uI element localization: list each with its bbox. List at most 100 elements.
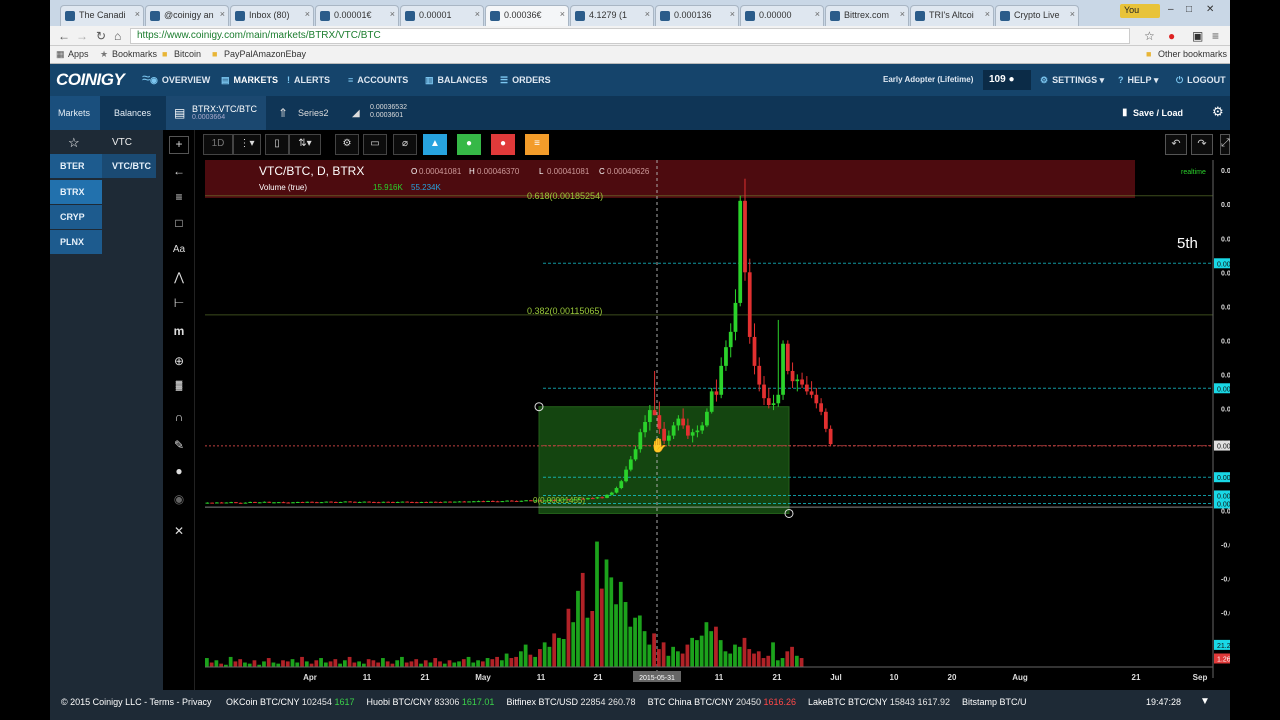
close-icon[interactable]: × <box>560 9 565 19</box>
crosshair-icon[interactable]: + <box>169 136 189 154</box>
close-icon[interactable]: × <box>645 9 650 19</box>
coinigy-logo[interactable]: COINIGY <box>56 70 125 90</box>
browser-tab[interactable]: 0.00000 × <box>740 5 824 26</box>
undo-icon[interactable]: ↶ <box>1165 134 1187 155</box>
trash-icon[interactable]: ✕ <box>169 524 189 542</box>
exchange-plnx[interactable]: PLNX <box>50 230 102 254</box>
privacy-link[interactable]: Privacy <box>182 697 212 707</box>
redo-icon[interactable]: ↷ <box>1191 134 1213 155</box>
close-icon[interactable]: × <box>390 9 395 19</box>
fib-icon[interactable]: ⊢ <box>169 296 189 314</box>
horizontal-line-icon[interactable]: ≡ <box>169 190 189 208</box>
bookmark-apps[interactable]: Apps <box>68 49 89 59</box>
pencil-icon[interactable]: ✎ <box>169 438 189 456</box>
close-window-icon[interactable]: ✕ <box>1206 4 1214 15</box>
minimize-icon[interactable]: – <box>1168 4 1174 15</box>
ticker-item[interactable]: BTC China BTC/CNY 20450 1616.26 <box>648 697 796 707</box>
browser-tab[interactable]: 0.00001€ × <box>315 5 399 26</box>
close-icon[interactable]: × <box>900 9 905 19</box>
browser-tab[interactable]: TRI's Altcoi × <box>910 5 994 26</box>
lock-icon[interactable]: ● <box>169 464 189 482</box>
indicators-icon[interactable]: ⇅▾ <box>289 134 321 155</box>
market-tab-btrx-vtc[interactable]: ▤ BTRX:VTC/BTC 0.0003664 <box>166 96 266 130</box>
close-icon[interactable]: × <box>985 9 990 19</box>
close-icon[interactable]: × <box>135 9 140 19</box>
orders-icon[interactable]: ≡ <box>525 134 549 155</box>
series2-tab[interactable]: Series2 <box>298 108 329 118</box>
bars-icon[interactable]: ▓ <box>169 380 189 398</box>
exchange-btrx[interactable]: BTRX <box>50 180 102 204</box>
reload-icon[interactable]: ↻ <box>96 29 106 43</box>
sell-icon[interactable]: ● <box>491 134 515 155</box>
browser-tab[interactable]: 4.1279 (1 × <box>570 5 654 26</box>
extension-icon[interactable]: ● <box>1168 29 1175 43</box>
buy-icon[interactable]: ● <box>457 134 481 155</box>
browser-tab[interactable]: Crypto Live × <box>995 5 1079 26</box>
close-icon[interactable]: × <box>475 9 480 19</box>
pattern-icon[interactable]: ⋀ <box>169 270 189 288</box>
rectangle-icon[interactable]: □ <box>169 216 189 234</box>
tab-markets[interactable]: Markets <box>50 96 100 130</box>
browser-tab[interactable]: Inbox (80) × <box>230 5 314 26</box>
settings-menu[interactable]: ⚙ SETTINGS ▾ <box>1040 75 1104 86</box>
nav-markets[interactable]: ▤ MARKETS <box>221 75 278 86</box>
bookmark-bookmarks[interactable]: Bookmarks <box>112 49 157 59</box>
zoom-icon[interactable]: ⊕ <box>169 354 189 372</box>
bar-chart-icon[interactable]: ▭ <box>363 134 387 155</box>
save-load-button[interactable]: Save / Load <box>1133 108 1183 118</box>
profile-button[interactable]: You <box>1120 4 1160 18</box>
browser-tab[interactable]: The Canadi × <box>60 5 144 26</box>
interval-select[interactable]: 1D <box>203 134 233 155</box>
fullscreen-icon[interactable]: ⤢ <box>1220 134 1230 155</box>
close-icon[interactable]: × <box>730 9 735 19</box>
other-bookmarks[interactable]: Other bookmarks <box>1158 49 1227 59</box>
menu-icon[interactable]: ≡ <box>1212 29 1219 43</box>
announce-icon[interactable]: ▲ <box>423 134 447 155</box>
chart-settings-gear-icon[interactable]: ⚙ <box>1212 104 1224 120</box>
close-icon[interactable]: × <box>815 9 820 19</box>
maximize-icon[interactable]: □ <box>1186 4 1192 15</box>
settings-icon[interactable]: ⚙ <box>335 134 359 155</box>
browser-tab[interactable]: 0.00001 × <box>400 5 484 26</box>
chevron-down-icon[interactable]: ▼ <box>1200 696 1210 707</box>
currency-vtc[interactable]: VTC <box>112 137 132 148</box>
text-tool-icon[interactable]: Aa <box>169 244 189 262</box>
trendline-icon[interactable]: ← <box>169 164 189 182</box>
close-icon[interactable]: × <box>305 9 310 19</box>
ticker-item[interactable]: LakeBTC BTC/CNY 15843 1617.92 <box>808 697 950 707</box>
nav-overview[interactable]: ◉ OVERVIEW <box>150 75 210 86</box>
eye-icon[interactable]: ◉ <box>169 492 189 510</box>
measure-icon[interactable]: m <box>169 324 189 342</box>
close-icon[interactable]: × <box>1070 9 1075 19</box>
favorite-star-icon[interactable]: ☆ <box>68 135 80 151</box>
bookmark-paypal[interactable]: PayPalAmazonEbay <box>224 49 306 59</box>
exchange-cryp[interactable]: CRYP <box>50 205 102 229</box>
logout-link[interactable]: ⏻ LOGOUT <box>1176 75 1226 86</box>
browser-tab[interactable]: 0.00036€ × <box>485 5 569 26</box>
home-icon[interactable]: ⌂ <box>114 29 121 43</box>
tab-balances[interactable]: Balances <box>106 96 158 130</box>
price-chart[interactable]: 0.00200000 0.00180000 0.00160000 0.00140000… <box>163 130 1230 690</box>
chart-area[interactable]: 0.00200000 0.00180000 0.00160000 0.00140000… <box>163 130 1230 690</box>
ticker-item[interactable]: Huobi BTC/CNY 83306 1617.01 <box>366 697 494 707</box>
notification-count[interactable]: 109 ● <box>983 70 1031 90</box>
url-field[interactable]: https://www.coinigy.com/main/markets/BTR… <box>130 28 1130 44</box>
close-icon[interactable]: × <box>220 9 225 19</box>
ticker-item[interactable]: OKCoin BTC/CNY 102454 1617 <box>226 697 354 707</box>
back-icon[interactable]: ← <box>58 29 70 43</box>
terms-link[interactable]: Terms <box>150 697 175 707</box>
ticker-item[interactable]: Bitfinex BTC/USD 22854 260.78 <box>506 697 635 707</box>
nav-balances[interactable]: ▥ BALANCES <box>425 75 488 86</box>
nav-alerts[interactable]: ! ALERTS <box>287 75 330 85</box>
cast-icon[interactable]: ▣ <box>1192 29 1203 43</box>
exchange-bter[interactable]: BTER <box>50 154 102 178</box>
bookmark-bitcoin[interactable]: Bitcoin <box>174 49 201 59</box>
forward-icon[interactable]: → <box>76 29 88 43</box>
browser-tab[interactable]: Bittrex.com × <box>825 5 909 26</box>
help-menu[interactable]: ? HELP ▾ <box>1118 75 1158 86</box>
pair-vtc-btc[interactable]: VTC/BTC <box>102 154 156 178</box>
browser-tab[interactable]: 0.000136 × <box>655 5 739 26</box>
nav-orders[interactable]: ☰ ORDERS <box>500 75 551 86</box>
compare-icon[interactable]: ⋮▾ <box>233 134 261 155</box>
browser-tab[interactable]: @coinigy an × <box>145 5 229 26</box>
